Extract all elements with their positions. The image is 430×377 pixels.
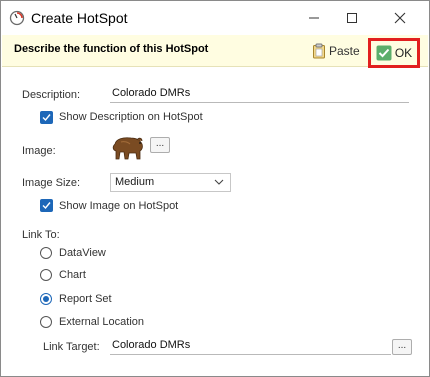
instruction-banner: Describe the function of this HotSpot Pa… xyxy=(2,35,428,67)
close-button[interactable] xyxy=(377,1,423,35)
radio-report-set-label: Report Set xyxy=(59,293,112,305)
radio-chart[interactable] xyxy=(40,269,52,281)
link-target-input[interactable]: Colorado DMRs xyxy=(110,336,391,355)
radio-report-set[interactable] xyxy=(40,293,52,305)
maximize-button[interactable] xyxy=(329,1,375,35)
link-to-label: Link To: xyxy=(22,229,60,241)
radio-dataview[interactable] xyxy=(40,247,52,259)
bear-icon xyxy=(112,137,143,160)
minimize-icon xyxy=(309,17,319,19)
check-icon xyxy=(42,202,51,210)
ok-button[interactable]: OK xyxy=(368,38,420,68)
description-label: Description: xyxy=(22,89,81,101)
image-label: Image: xyxy=(22,145,56,157)
checkmark-icon xyxy=(376,45,392,61)
show-description-label: Show Description on HotSpot xyxy=(59,111,203,123)
window-title: Create HotSpot xyxy=(31,10,128,26)
radio-external-location-label: External Location xyxy=(59,316,144,328)
show-description-checkbox[interactable] xyxy=(40,111,53,124)
maximize-icon xyxy=(347,13,357,23)
show-image-checkbox[interactable] xyxy=(40,199,53,212)
link-target-browse-button[interactable]: ... xyxy=(392,339,412,355)
radio-chart-label: Chart xyxy=(59,269,86,281)
link-target-label: Link Target: xyxy=(43,341,100,353)
image-size-label: Image Size: xyxy=(22,177,81,189)
chevron-down-icon xyxy=(214,179,224,185)
show-image-label: Show Image on HotSpot xyxy=(59,200,179,212)
paste-label: Paste xyxy=(329,44,360,58)
image-browse-button[interactable]: ... xyxy=(150,137,170,153)
image-size-value: Medium xyxy=(115,176,155,188)
close-icon xyxy=(394,12,406,24)
description-input[interactable]: Colorado DMRs xyxy=(110,84,409,103)
title-bar: Create HotSpot xyxy=(1,1,429,35)
create-hotspot-dialog: Create HotSpot Describe the function of … xyxy=(0,0,430,377)
image-size-select[interactable]: Medium xyxy=(110,173,231,192)
banner-text: Describe the function of this HotSpot xyxy=(14,43,209,55)
ok-label: OK xyxy=(394,46,413,60)
radio-external-location[interactable] xyxy=(40,316,52,328)
paste-button[interactable]: Paste xyxy=(312,41,360,61)
app-logo-icon xyxy=(9,10,25,26)
check-icon xyxy=(42,114,51,122)
radio-dataview-label: DataView xyxy=(59,247,106,259)
clipboard-icon xyxy=(313,43,325,59)
